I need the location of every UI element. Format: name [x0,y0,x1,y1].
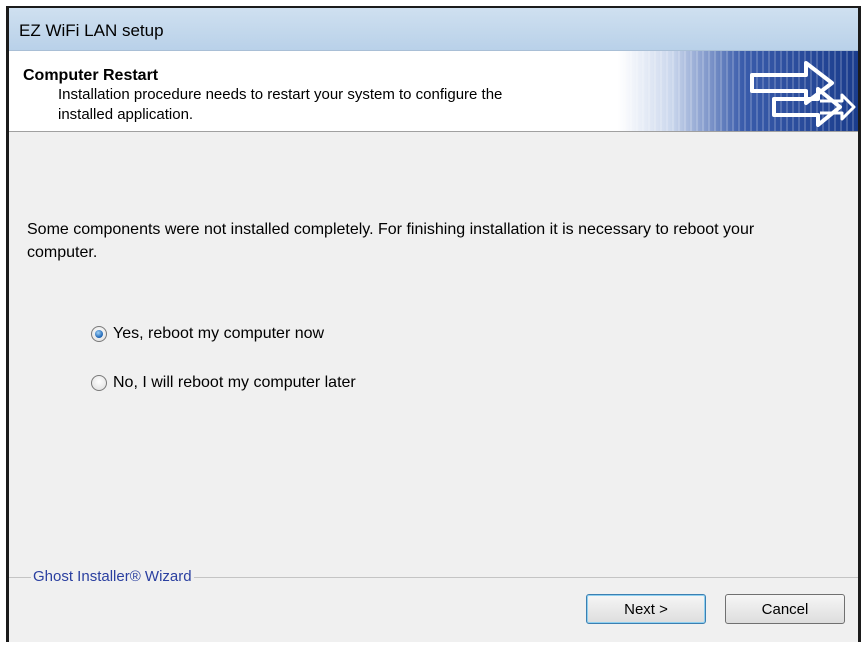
option-reboot-later[interactable]: No, I will reboot my computer later [91,372,356,394]
option-reboot-now-label[interactable]: Yes, reboot my computer now [113,325,324,343]
next-button[interactable]: Next > [586,594,706,624]
wizard-header: Computer Restart Installation procedure … [9,51,858,132]
header-banner [618,51,858,131]
title-bar[interactable]: EZ WiFi LAN setup [9,8,858,51]
radio-selected-icon[interactable] [91,326,107,342]
option-reboot-later-label[interactable]: No, I will reboot my computer later [113,374,356,392]
wizard-brand-label: Ghost Installer® Wizard [31,568,194,585]
window-title: EZ WiFi LAN setup [19,21,164,40]
radio-unselected-icon[interactable] [91,375,107,391]
option-reboot-now[interactable]: Yes, reboot my computer now [91,323,324,345]
double-arrow-banner-icon [750,61,856,127]
page-subtitle: Installation procedure needs to restart … [58,86,503,123]
reboot-message: Some components were not installed compl… [27,221,755,261]
installer-window: EZ WiFi LAN setup Computer Restart Insta… [6,6,861,642]
cancel-button[interactable]: Cancel [725,594,845,624]
page-title: Computer Restart [23,67,159,84]
